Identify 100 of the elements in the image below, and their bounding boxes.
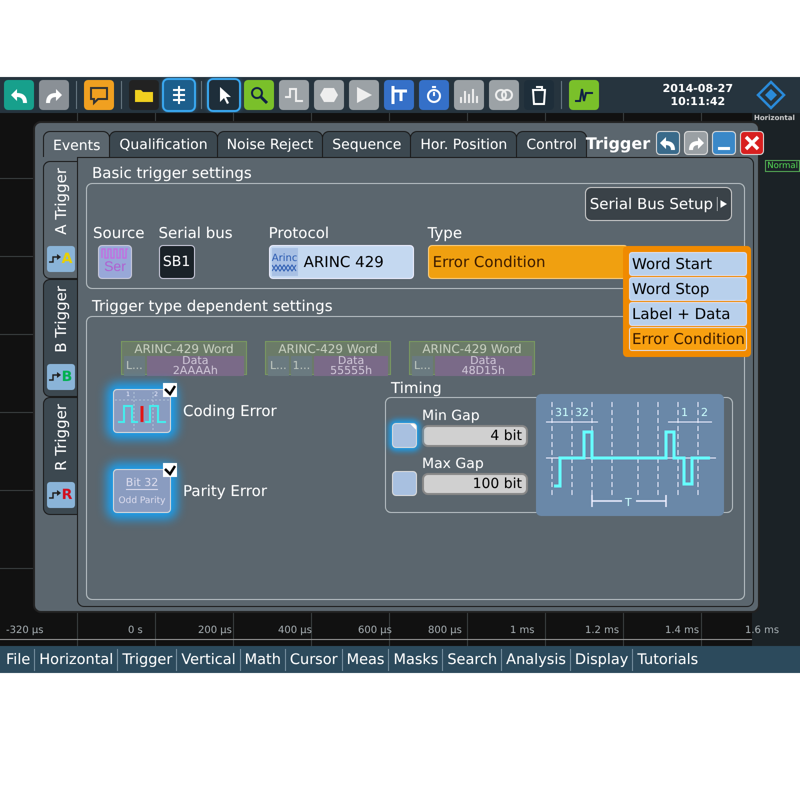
axis-label: 400 µs [278,625,312,636]
axis-label: 0 s [128,625,143,636]
protocol-dropdown[interactable]: Arinc ARINC 429 [268,245,414,279]
axis-label: 600 µs [358,625,392,636]
hexagon-button[interactable] [314,80,344,110]
play-arrow-icon [717,197,727,211]
menu-item[interactable]: Cursor [286,648,343,670]
protocol-icon: Arinc [272,248,298,276]
group-title: Timing [390,379,443,397]
checkbox[interactable] [392,471,417,496]
menu-item[interactable]: Label + Data [629,302,747,326]
type-dropdown[interactable]: Error Condition [428,245,628,279]
tab[interactable]: Hor. Position [410,131,518,157]
input-field[interactable]: 100 bit [422,472,528,494]
menu-item[interactable]: Meas [342,648,390,670]
axis-label: 1.6 ms [745,625,780,636]
tab[interactable]: Sequence [322,131,412,157]
grid-button[interactable] [164,80,194,110]
label-field: L... [268,356,289,376]
menu-item[interactable]: Trigger [118,648,178,670]
diamond-logo-icon [756,80,786,110]
signal-pattern-icon [272,264,298,272]
side-tab[interactable]: B Trigger B [43,279,77,397]
bit-number: 31 [555,406,569,419]
folder-button[interactable] [129,80,159,110]
redo-button[interactable] [39,80,69,110]
label-field: L... [124,356,145,376]
pulse-train-icon [101,247,129,259]
magnifier-button[interactable] [244,80,274,110]
speech-bubble-button[interactable] [84,80,114,110]
bit-number: 32 [575,406,589,419]
checkbox[interactable] [392,423,417,448]
parity-label: Odd Parity [118,496,166,506]
tab[interactable]: Events [43,131,110,157]
data-value: 2AAAAh [172,366,218,376]
redo-button[interactable] [684,131,708,155]
menu-item[interactable]: Tutorials [633,648,702,670]
undo-button[interactable] [656,131,680,155]
circles-button[interactable] [489,80,519,110]
side-tab[interactable]: A Trigger A [43,161,77,279]
stopwatch-button[interactable] [419,80,449,110]
field-label: Max Gap [422,456,485,472]
time-text: 10:11:42 [670,95,726,108]
menu-item[interactable]: Word Stop [629,277,747,301]
minimize-icon [718,146,730,150]
tab[interactable]: Qualification [109,131,218,157]
group-title: Trigger type dependent settings [92,297,333,316]
data-label: Data [182,356,208,366]
field-label: Min Gap [422,408,481,424]
tab[interactable]: Noise Reject [216,131,324,157]
bit-number: 1 [681,406,688,419]
side-tab[interactable]: R Trigger R [43,397,77,515]
menu-item[interactable]: Analysis [502,648,571,670]
menu-item[interactable]: Display [570,648,634,670]
menu-item[interactable]: Masks [389,648,444,670]
word-title: ARINC-429 Word [278,342,378,356]
axis-label: 800 µs [428,625,462,636]
menu-item[interactable]: File [2,648,36,670]
group-title: Basic trigger settings [92,164,252,183]
field-label: Type [428,224,464,242]
label-field: 1... [290,356,312,376]
data-label: Data [470,356,496,366]
serial-bus-setup-button[interactable]: Serial Bus Setup [584,187,732,221]
caliper-button[interactable] [384,80,414,110]
axis-label: 200 µs [198,625,232,636]
trigger-letter: R [62,487,72,503]
cursor-button[interactable] [209,80,239,110]
menu-item[interactable]: Search [443,648,502,670]
triangle-button[interactable] [349,80,379,110]
dialog-title: Trigger [586,134,650,152]
axis-label: 1 ms [510,625,534,636]
close-button[interactable] [740,131,764,155]
trash-button[interactable] [524,80,554,110]
period-label: T [625,496,632,509]
menu-item[interactable]: Vertical [177,648,241,670]
checkmark-icon [163,463,177,477]
waveform-button[interactable] [279,80,309,110]
undo-button[interactable] [4,80,34,110]
trigger-letter: B [62,369,72,385]
data-value: 48D15h [462,366,506,376]
word-title: ARINC-429 Word [134,342,234,356]
word-title: ARINC-429 Word [422,342,522,356]
trigger-letter: A [62,251,72,267]
field-label: Source [93,224,145,242]
tab[interactable]: Control [516,131,587,157]
menu-item[interactable]: Word Start [629,252,747,276]
signal-trace-button[interactable] [569,80,599,110]
option-label: Coding Error [183,402,277,420]
minimize-button[interactable] [712,131,736,155]
menu-item[interactable]: Horizontal [35,648,118,670]
option-label: Parity Error [183,482,267,500]
menu-item[interactable]: Error Condition [629,327,747,351]
data-label: Data [338,356,364,366]
menu-item[interactable]: Math [240,648,286,670]
checkmark-icon [163,383,177,397]
spectrum-button[interactable] [454,80,484,110]
mode-label: Normal [765,160,800,172]
bit-waveform-icon [114,392,172,432]
input-field[interactable]: 4 bit [422,424,528,446]
serial-bus-selector[interactable]: SB1 [158,245,195,279]
